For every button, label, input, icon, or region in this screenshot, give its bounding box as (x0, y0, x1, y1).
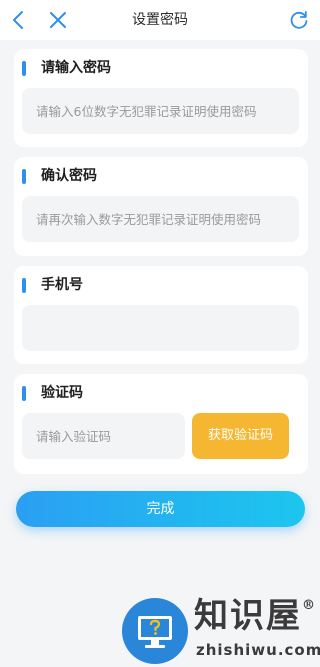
watermark-subtitle: zhishiwu.com (196, 641, 320, 659)
phone-card: 手机号 (14, 266, 308, 364)
code-card: 验证码 获取验证码 (14, 374, 308, 474)
watermark-title: 知识屋® (194, 596, 317, 636)
watermark-logo: 知识屋® zhishiwu.com (118, 596, 320, 667)
section-marker (22, 386, 26, 401)
page-title: 设置密码 (132, 12, 188, 28)
confirm-password-label: 确认密码 (41, 168, 97, 184)
get-code-button[interactable]: 获取验证码 (192, 413, 289, 459)
refresh-icon[interactable] (288, 9, 310, 31)
phone-label: 手机号 (41, 277, 83, 293)
submit-button[interactable]: 完成 (16, 491, 305, 527)
code-label: 验证码 (41, 385, 83, 401)
section-marker (22, 169, 26, 184)
section-marker (22, 61, 26, 76)
phone-input[interactable] (22, 305, 299, 351)
question-computer-icon (122, 598, 188, 664)
code-input[interactable] (22, 413, 185, 459)
confirm-password-input[interactable] (22, 196, 299, 242)
section-marker (22, 278, 26, 293)
navigation-bar: 设置密码 (0, 0, 320, 40)
confirm-password-card: 确认密码 (14, 157, 308, 256)
password-card: 请输入密码 (14, 49, 308, 147)
password-label: 请输入密码 (41, 60, 111, 76)
password-input[interactable] (22, 88, 299, 134)
